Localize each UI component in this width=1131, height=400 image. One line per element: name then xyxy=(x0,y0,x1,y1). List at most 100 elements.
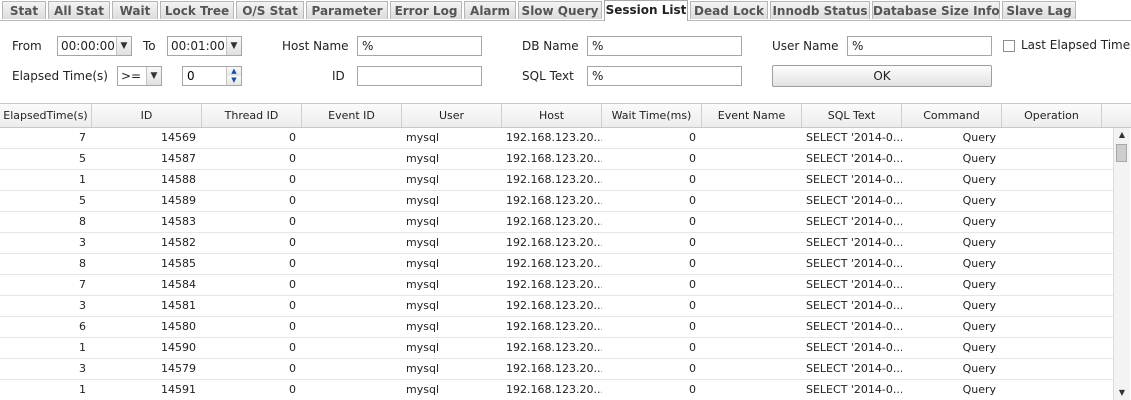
cell-wait-time: 0 xyxy=(689,194,696,207)
table-row[interactable]: 3 14579 0 mysql 192.168.123.20... 0 SELECT '20… xyxy=(0,359,1113,380)
cell-operation xyxy=(1002,128,1102,148)
col-id[interactable]: ID xyxy=(92,104,202,127)
tab-slow-query[interactable]: Slow Query xyxy=(518,1,602,19)
user-name-input[interactable]: % xyxy=(847,36,992,56)
db-name-input[interactable]: % xyxy=(587,36,742,56)
cell-host: 192.168.123.20... xyxy=(506,257,602,270)
cell-host: 192.168.123.20... xyxy=(506,383,602,396)
cell-sql-text: SELECT '2014-0... xyxy=(806,236,902,249)
cell-elapsed-time: 1 xyxy=(79,341,86,354)
col-user[interactable]: User xyxy=(402,104,502,127)
cell-event-id xyxy=(302,149,402,169)
cell-id: 14582 xyxy=(161,236,196,249)
cell-host: 192.168.123.20... xyxy=(506,278,602,291)
tab-dead-lock[interactable]: Dead Lock xyxy=(690,1,768,19)
cell-wait-time: 0 xyxy=(689,341,696,354)
cell-id: 14585 xyxy=(161,257,196,270)
from-time-field[interactable]: 00:00:00 ▼ xyxy=(57,36,132,56)
to-time-field[interactable]: 00:01:00 ▼ xyxy=(167,36,242,56)
tab-lock-tree[interactable]: Lock Tree xyxy=(160,1,234,19)
tab-database-size-info[interactable]: Database Size Info xyxy=(872,1,1000,19)
cell-id: 14581 xyxy=(161,299,196,312)
cell-command: Query xyxy=(962,236,996,249)
table-row[interactable]: 6 14580 0 mysql 192.168.123.20... 0 SELECT '20… xyxy=(0,317,1113,338)
cell-sql-text: SELECT '2014-0... xyxy=(806,341,902,354)
cell-operation xyxy=(1002,275,1102,295)
cell-elapsed-time: 3 xyxy=(79,362,86,375)
table-row[interactable]: 1 14590 0 mysql 192.168.123.20... 0 SELECT '20… xyxy=(0,338,1113,359)
ok-button[interactable]: OK xyxy=(772,65,992,87)
elapsed-operator-select[interactable]: >= ▼ xyxy=(117,66,162,86)
tab-session-list[interactable]: Session List xyxy=(604,0,688,21)
col-host[interactable]: Host xyxy=(502,104,602,127)
cell-host: 192.168.123.20... xyxy=(506,131,602,144)
cell-user: mysql xyxy=(406,194,439,207)
id-input[interactable] xyxy=(357,66,482,86)
scroll-up-icon[interactable]: ▲ xyxy=(1114,128,1130,142)
cell-sql-text: SELECT '2014-0... xyxy=(806,215,902,228)
cell-id: 14569 xyxy=(161,131,196,144)
last-elapsed-checkbox[interactable] xyxy=(1003,40,1015,52)
cell-thread-id: 0 xyxy=(289,236,296,249)
col-event-id[interactable]: Event ID xyxy=(302,104,402,127)
tab-parameter[interactable]: Parameter xyxy=(306,1,388,19)
cell-event-id xyxy=(302,233,402,253)
stepper-up-icon[interactable]: ▲ xyxy=(227,67,241,76)
tab-wait[interactable]: Wait xyxy=(112,1,158,19)
col-event-name[interactable]: Event Name xyxy=(702,104,802,127)
cell-event-id xyxy=(302,380,402,400)
cell-command: Query xyxy=(962,194,996,207)
table-row[interactable]: 5 14587 0 mysql 192.168.123.20... 0 SELECT '20… xyxy=(0,149,1113,170)
vertical-scrollbar[interactable]: ▲ ▼ xyxy=(1113,128,1130,400)
cell-elapsed-time: 3 xyxy=(79,299,86,312)
cell-user: mysql xyxy=(406,215,439,228)
tab-error-log[interactable]: Error Log xyxy=(390,1,462,19)
cell-user: mysql xyxy=(406,320,439,333)
chevron-down-icon[interactable]: ▼ xyxy=(226,37,241,55)
filter-panel: From 00:00:00 ▼ To 00:01:00 ▼ Elapsed Ti… xyxy=(0,21,1131,104)
table-row[interactable]: 3 14582 0 mysql 192.168.123.20... 0 SELECT '20… xyxy=(0,233,1113,254)
col-sql-text[interactable]: SQL Text xyxy=(802,104,902,127)
session-grid: ElapsedTime(s) ID Thread ID Event ID Use… xyxy=(0,104,1131,400)
cell-wait-time: 0 xyxy=(689,152,696,165)
cell-command: Query xyxy=(962,320,996,333)
sql-text-input[interactable]: % xyxy=(587,66,742,86)
tab-os-stat[interactable]: O/S Stat xyxy=(236,1,304,19)
tab-all-stat[interactable]: All Stat xyxy=(48,1,110,19)
table-row[interactable]: 8 14585 0 mysql 192.168.123.20... 0 SELECT '20… xyxy=(0,254,1113,275)
cell-host: 192.168.123.20... xyxy=(506,320,602,333)
chevron-down-icon[interactable]: ▼ xyxy=(116,37,131,55)
stepper-down-icon[interactable]: ▼ xyxy=(227,76,241,85)
chevron-down-icon[interactable]: ▼ xyxy=(146,67,161,85)
cell-operation xyxy=(1002,149,1102,169)
tab-alarm[interactable]: Alarm xyxy=(464,1,516,19)
host-name-input[interactable]: % xyxy=(357,36,482,56)
col-elapsed-time[interactable]: ElapsedTime(s) xyxy=(0,104,92,127)
tab-slave-lag[interactable]: Slave Lag xyxy=(1002,1,1076,19)
cell-user: mysql xyxy=(406,383,439,396)
cell-thread-id: 0 xyxy=(289,173,296,186)
col-command[interactable]: Command xyxy=(902,104,1002,127)
table-row[interactable]: 7 14569 0 mysql 192.168.123.20... 0 SELECT '20… xyxy=(0,128,1113,149)
table-row[interactable]: 7 14584 0 mysql 192.168.123.20... 0 SELECT '20… xyxy=(0,275,1113,296)
cell-elapsed-time: 1 xyxy=(79,383,86,396)
tab-innodb-status[interactable]: Innodb Status xyxy=(770,1,870,19)
col-thread-id[interactable]: Thread ID xyxy=(202,104,302,127)
elapsed-value-stepper[interactable]: 0 ▲ ▼ xyxy=(182,66,242,86)
col-wait-time[interactable]: Wait Time(ms) xyxy=(602,104,702,127)
table-row[interactable]: 8 14583 0 mysql 192.168.123.20... 0 SELECT '20… xyxy=(0,212,1113,233)
table-row[interactable]: 1 14591 0 mysql 192.168.123.20... 0 SELECT '20… xyxy=(0,380,1113,400)
table-row[interactable]: 1 14588 0 mysql 192.168.123.20... 0 SELECT '20… xyxy=(0,170,1113,191)
table-row[interactable]: 3 14581 0 mysql 192.168.123.20... 0 SELECT '20… xyxy=(0,296,1113,317)
cell-event-name xyxy=(702,317,802,337)
cell-event-id xyxy=(302,128,402,148)
cell-sql-text: SELECT '2014-0... xyxy=(806,383,902,396)
cell-id: 14590 xyxy=(161,341,196,354)
cell-elapsed-time: 8 xyxy=(79,215,86,228)
scroll-down-icon[interactable]: ▼ xyxy=(1114,386,1130,400)
grid-header: ElapsedTime(s) ID Thread ID Event ID Use… xyxy=(0,104,1131,128)
scroll-thumb[interactable] xyxy=(1116,144,1127,162)
tab-stat[interactable]: Stat xyxy=(2,1,46,19)
table-row[interactable]: 5 14589 0 mysql 192.168.123.20... 0 SELECT '20… xyxy=(0,191,1113,212)
col-operation[interactable]: Operation xyxy=(1002,104,1102,127)
